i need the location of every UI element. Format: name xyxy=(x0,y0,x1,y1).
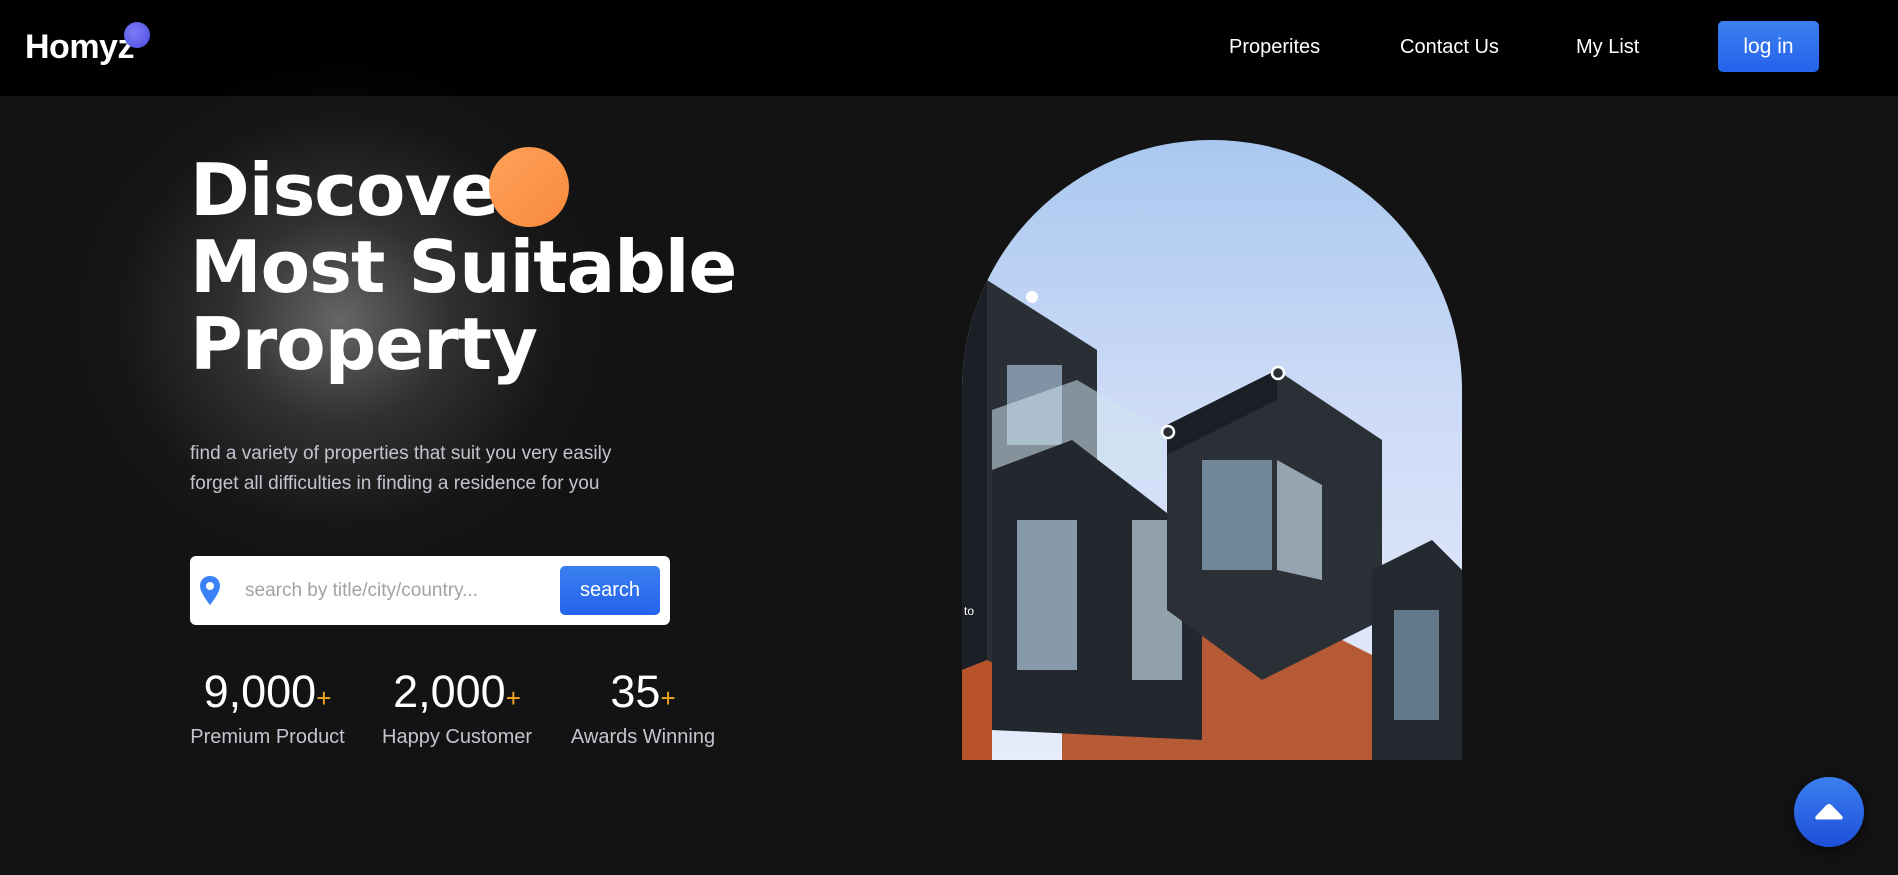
hero-description-line-1: find a variety of properties that suit y… xyxy=(190,443,612,464)
stat-awards-winning: 35+ Awards Winning xyxy=(570,666,716,749)
orange-circle-decoration xyxy=(489,147,569,227)
search-bar: search xyxy=(190,556,670,625)
stat-label: Happy Customer xyxy=(382,726,533,748)
stat-plus: + xyxy=(660,683,676,713)
hero-description: find a variety of properties that suit y… xyxy=(190,439,660,499)
logo[interactable]: Homyz xyxy=(25,28,134,67)
nav-link-contact-us[interactable]: Contact Us xyxy=(1400,36,1499,59)
logo-dot-decoration xyxy=(124,22,150,48)
search-input[interactable] xyxy=(245,573,545,609)
stat-plus: + xyxy=(505,683,521,713)
stat-happy-customer: 2,000+ Happy Customer xyxy=(382,666,532,749)
hero-description-line-2: forget all difficulties in finding a res… xyxy=(190,473,600,494)
scroll-to-top-button[interactable] xyxy=(1794,777,1864,847)
image-overlay-text: to xyxy=(964,604,974,618)
nav-link-properties[interactable]: Properites xyxy=(1229,36,1320,59)
stat-plus: + xyxy=(316,683,332,713)
stat-label: Awards Winning xyxy=(570,726,716,748)
hero-building-image: to xyxy=(962,140,1462,760)
search-button[interactable]: search xyxy=(560,566,660,615)
hero-title: Discover Most Suitable Property xyxy=(190,152,750,383)
caret-up-icon xyxy=(1815,804,1843,820)
nav-link-my-list[interactable]: My List xyxy=(1576,36,1639,59)
stat-value: 35 xyxy=(610,666,661,717)
building-illustration: to xyxy=(962,280,1462,760)
stat-premium-product: 9,000+ Premium Product xyxy=(190,666,345,749)
stat-value: 2,000 xyxy=(393,666,506,717)
hero-title-line-1: Discover xyxy=(190,148,534,232)
site-header: Homyz Properites Contact Us My List log … xyxy=(0,0,1898,96)
stat-value: 9,000 xyxy=(203,666,317,717)
map-pin-icon xyxy=(200,576,220,605)
hero-title-line-3: Property xyxy=(190,302,538,386)
login-button[interactable]: log in xyxy=(1718,21,1819,72)
hero-title-line-2: Most Suitable xyxy=(190,225,737,309)
stat-label: Premium Product xyxy=(190,726,345,748)
